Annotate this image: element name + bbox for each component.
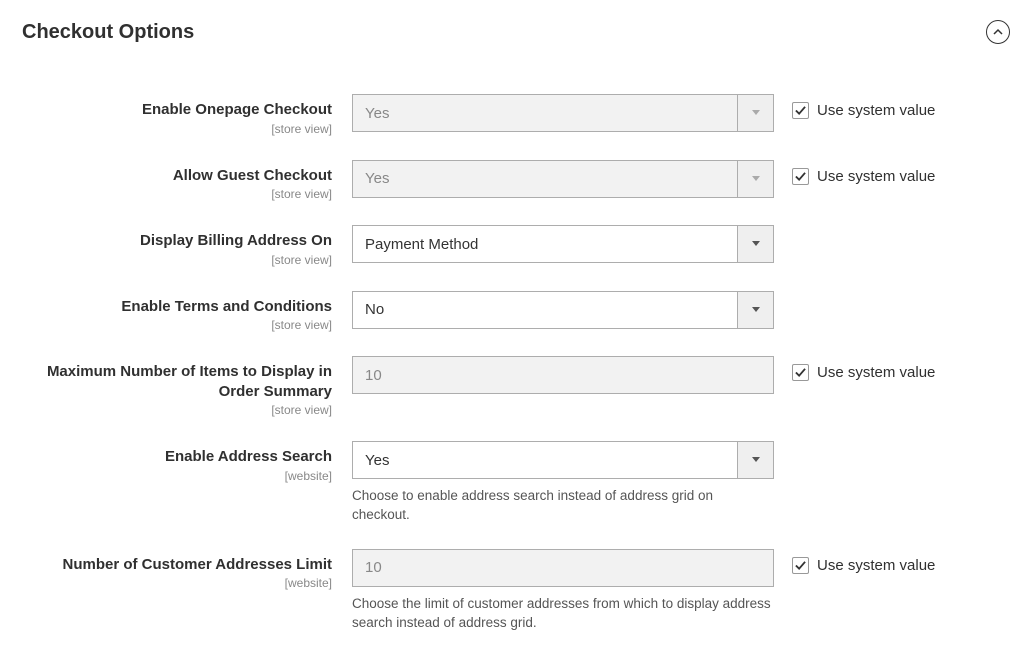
label-guest-checkout: Allow Guest Checkout [22, 166, 332, 186]
row-max-items: Maximum Number of Items to Display in Or… [22, 356, 1010, 417]
chevron-down-icon [737, 292, 773, 328]
sysval-label: Use system value [817, 168, 935, 185]
check-icon [795, 105, 806, 116]
select-billing-address[interactable]: Payment Method [352, 225, 774, 263]
select-terms[interactable]: No [352, 291, 774, 329]
scope-max-items: [store view] [22, 403, 332, 417]
check-icon [795, 367, 806, 378]
input-max-items [352, 356, 774, 394]
label-address-search: Enable Address Search [22, 447, 332, 467]
check-icon [795, 171, 806, 182]
collapse-toggle[interactable] [986, 20, 1010, 44]
label-billing-address: Display Billing Address On [22, 231, 332, 251]
label-max-items: Maximum Number of Items to Display in Or… [22, 362, 332, 401]
helper-address-search: Choose to enable address search instead … [352, 487, 774, 525]
chevron-up-icon [993, 27, 1003, 37]
scope-billing-address: [store view] [22, 253, 332, 267]
check-icon [795, 560, 806, 571]
row-address-search: Enable Address Search [website] Yes Choo… [22, 441, 1010, 525]
sysval-label: Use system value [817, 364, 935, 381]
scope-address-search: [website] [22, 469, 332, 483]
select-value: No [353, 301, 737, 318]
chevron-down-icon [737, 442, 773, 478]
input-address-limit [352, 549, 774, 587]
scope-address-limit: [website] [22, 576, 332, 590]
label-enable-onepage: Enable Onepage Checkout [22, 100, 332, 120]
chevron-down-icon [737, 226, 773, 262]
select-guest-checkout: Yes [352, 160, 774, 198]
section-title: Checkout Options [22, 21, 194, 44]
scope-terms: [store view] [22, 318, 332, 332]
checkbox-sysval-guest[interactable] [792, 168, 809, 185]
sysval-label: Use system value [817, 102, 935, 119]
select-value: Yes [353, 452, 737, 469]
select-value: Yes [353, 170, 737, 187]
row-billing-address: Display Billing Address On [store view] … [22, 225, 1010, 267]
helper-address-limit: Choose the limit of customer addresses f… [352, 595, 774, 633]
row-guest-checkout: Allow Guest Checkout [store view] Yes Us… [22, 160, 1010, 202]
select-value: Yes [353, 105, 737, 122]
select-enable-onepage: Yes [352, 94, 774, 132]
chevron-down-icon [737, 95, 773, 131]
scope-enable-onepage: [store view] [22, 122, 332, 136]
checkbox-sysval-onepage[interactable] [792, 102, 809, 119]
checkbox-sysval-addrlimit[interactable] [792, 557, 809, 574]
chevron-down-icon [737, 161, 773, 197]
checkbox-sysval-maxitems[interactable] [792, 364, 809, 381]
row-enable-onepage: Enable Onepage Checkout [store view] Yes… [22, 94, 1010, 136]
sysval-label: Use system value [817, 557, 935, 574]
label-terms: Enable Terms and Conditions [22, 297, 332, 317]
label-address-limit: Number of Customer Addresses Limit [22, 555, 332, 575]
scope-guest-checkout: [store view] [22, 187, 332, 201]
select-value: Payment Method [353, 236, 737, 253]
row-terms: Enable Terms and Conditions [store view]… [22, 291, 1010, 333]
select-address-search[interactable]: Yes [352, 441, 774, 479]
row-address-limit: Number of Customer Addresses Limit [webs… [22, 549, 1010, 633]
